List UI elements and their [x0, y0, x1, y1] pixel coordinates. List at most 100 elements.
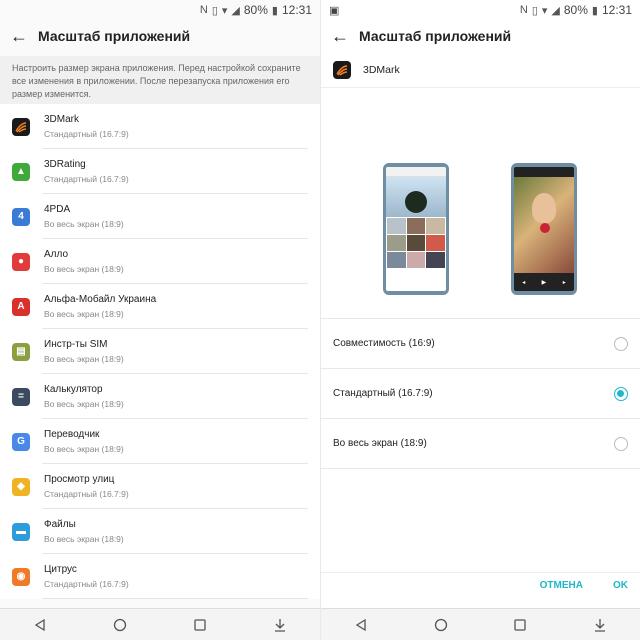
scale-option[interactable]: Совместимость (16:9) [321, 319, 640, 369]
radio-button[interactable] [614, 336, 628, 351]
nav-notifications-icon[interactable] [270, 615, 290, 635]
3dmark-icon [12, 117, 30, 136]
gallery-notification-icon: ▣ [329, 4, 340, 17]
app-scale-mode: Во весь экран (18:9) [44, 444, 124, 454]
vibrate-icon: ▯ [211, 4, 218, 17]
list-item-texts: 3DMark Стандартный (16.7:9) [44, 114, 129, 139]
list-item-texts: Калькулятор Во весь экран (18:9) [44, 384, 124, 409]
radio-button[interactable] [614, 436, 628, 451]
radio-button[interactable] [614, 386, 628, 401]
list-item-texts: 4PDA Во весь экран (18:9) [44, 204, 124, 229]
selected-app-name: 3DMark [363, 63, 400, 76]
alfa-icon: A [12, 297, 30, 316]
list-item[interactable]: ◆ Просмотр улиц Стандартный (16.7:9) [0, 464, 320, 509]
clock: 12:31 [601, 3, 632, 17]
scale-option-label: Стандартный (16.7:9) [333, 388, 433, 399]
3drating-icon: ▲ [12, 162, 30, 181]
list-item[interactable]: ◉ Цитрус Стандартный (16.7:9) [0, 554, 320, 599]
app-scale-mode: Во весь экран (18:9) [44, 354, 124, 364]
app-name: Калькулятор [44, 384, 103, 395]
gallery-screenshot [386, 167, 446, 291]
page-title: Масштаб приложений [359, 28, 512, 44]
list-item[interactable]: 3DMark Стандартный (16.7:9) [0, 104, 320, 149]
app-scale-mode: Во весь экран (18:9) [44, 534, 124, 544]
nav-recents-icon[interactable] [510, 615, 530, 635]
scale-option[interactable]: Стандартный (16.7:9) [321, 369, 640, 419]
list-item[interactable]: ▲ 3DRating Стандартный (16.7:9) [0, 149, 320, 194]
list-item[interactable]: A Альфа-Мобайл Украина Во весь экран (18:9… [0, 284, 320, 329]
signal-icon: ◢ [551, 4, 560, 17]
list-item[interactable]: = Калькулятор Во весь экран (18:9) [0, 374, 320, 419]
list-item[interactable]: ▬ Файлы Во весь экран (18:9) [0, 509, 320, 554]
app-scaling-list-screen: N ▯ ▾ ◢ 80% ▮ 12:31 ← Масштаб приложений… [0, 0, 320, 640]
app-scale-mode: Во весь экран (18:9) [44, 219, 124, 229]
list-item[interactable]: ● Алло Во весь экран (18:9) [0, 239, 320, 284]
app-name: 3DMark [44, 114, 80, 125]
translate-icon: G [12, 432, 30, 451]
app-bar: ← Масштаб приложений [0, 20, 320, 52]
preview-phone-gallery [383, 163, 449, 295]
list-item-texts: Файлы Во весь экран (18:9) [44, 519, 124, 544]
scale-option[interactable]: Во весь экран (18:9) [321, 419, 640, 469]
wifi-icon: ▾ [221, 4, 228, 17]
aspect-ratio-previews: ◂ ▶ ▸ [321, 88, 640, 308]
cancel-button[interactable]: ОТМЕНА [540, 580, 583, 591]
allo-icon: ● [12, 252, 30, 271]
app-name: Альфа-Мобайл Украина [44, 294, 157, 305]
app-name: Цитрус [44, 564, 77, 575]
nfc-icon: N [519, 4, 528, 16]
list-item-texts: Инстр-ты SIM Во весь экран (18:9) [44, 339, 124, 364]
scale-option-label: Во весь экран (18:9) [333, 438, 427, 449]
back-arrow-icon[interactable]: ← [331, 26, 355, 47]
app-name: Переводчик [44, 429, 100, 440]
scale-options: Совместимость (16:9) Стандартный (16.7:9)… [321, 318, 640, 469]
clock: 12:31 [281, 3, 312, 17]
description-text: Настроить размер экрана приложения. Пере… [0, 56, 320, 104]
preview-phone-video: ◂ ▶ ▸ [511, 163, 577, 295]
app-name: Просмотр улиц [44, 474, 115, 485]
signal-icon: ◢ [231, 4, 240, 17]
battery-level: 80% [243, 3, 268, 17]
divider [321, 572, 640, 573]
app-scale-mode: Во весь экран (18:9) [44, 399, 124, 409]
ok-button[interactable]: OK [613, 580, 628, 591]
battery-icon: ▮ [591, 4, 598, 17]
app-bar: ← Масштаб приложений [321, 20, 640, 52]
streetview-icon: ◆ [12, 477, 30, 496]
files-icon: ▬ [12, 522, 30, 541]
app-scale-mode: Стандартный (16.7:9) [44, 174, 129, 184]
nav-recents-icon[interactable] [190, 615, 210, 635]
list-item-texts: Цитрус Стандартный (16.7:9) [44, 564, 129, 589]
status-bar: N ▯ ▾ ◢ 80% ▮ 12:31 [0, 0, 320, 20]
nav-back-icon[interactable] [351, 615, 371, 635]
navigation-bar [321, 608, 640, 640]
app-list: 3DMark Стандартный (16.7:9) ▲ 3DRating Станд… [0, 104, 320, 599]
nav-notifications-icon[interactable] [590, 615, 610, 635]
app-scale-mode: Во весь экран (18:9) [44, 264, 124, 274]
battery-level: 80% [563, 3, 588, 17]
nav-back-icon[interactable] [30, 615, 50, 635]
nav-home-icon[interactable] [110, 615, 130, 635]
list-item[interactable]: ▤ Инстр-ты SIM Во весь экран (18:9) [0, 329, 320, 374]
nfc-icon: N [199, 4, 208, 16]
video-screenshot: ◂ ▶ ▸ [514, 167, 574, 291]
app-scale-mode: Во весь экран (18:9) [44, 309, 124, 319]
list-item-texts: Альфа-Мобайл Украина Во весь экран (18:9) [44, 294, 156, 319]
4pda-icon: 4 [12, 207, 30, 226]
scale-option-label: Совместимость (16:9) [333, 338, 435, 349]
calculator-icon: = [12, 387, 30, 406]
sim-icon: ▤ [12, 342, 30, 361]
app-name: 3DRating [44, 159, 86, 170]
app-name: Файлы [44, 519, 76, 530]
list-item[interactable]: G Переводчик Во весь экран (18:9) [0, 419, 320, 464]
selected-app-header: 3DMark [321, 52, 640, 88]
vibrate-icon: ▯ [531, 4, 538, 17]
page-title: Масштаб приложений [38, 28, 191, 44]
citrus-icon: ◉ [12, 567, 30, 586]
list-item-texts: Просмотр улиц Стандартный (16.7:9) [44, 474, 129, 499]
list-item-texts: Переводчик Во весь экран (18:9) [44, 429, 124, 454]
list-item[interactable]: 4 4PDA Во весь экран (18:9) [0, 194, 320, 239]
back-arrow-icon[interactable]: ← [10, 26, 34, 47]
app-scale-mode: Стандартный (16.7:9) [44, 129, 129, 139]
nav-home-icon[interactable] [431, 615, 451, 635]
